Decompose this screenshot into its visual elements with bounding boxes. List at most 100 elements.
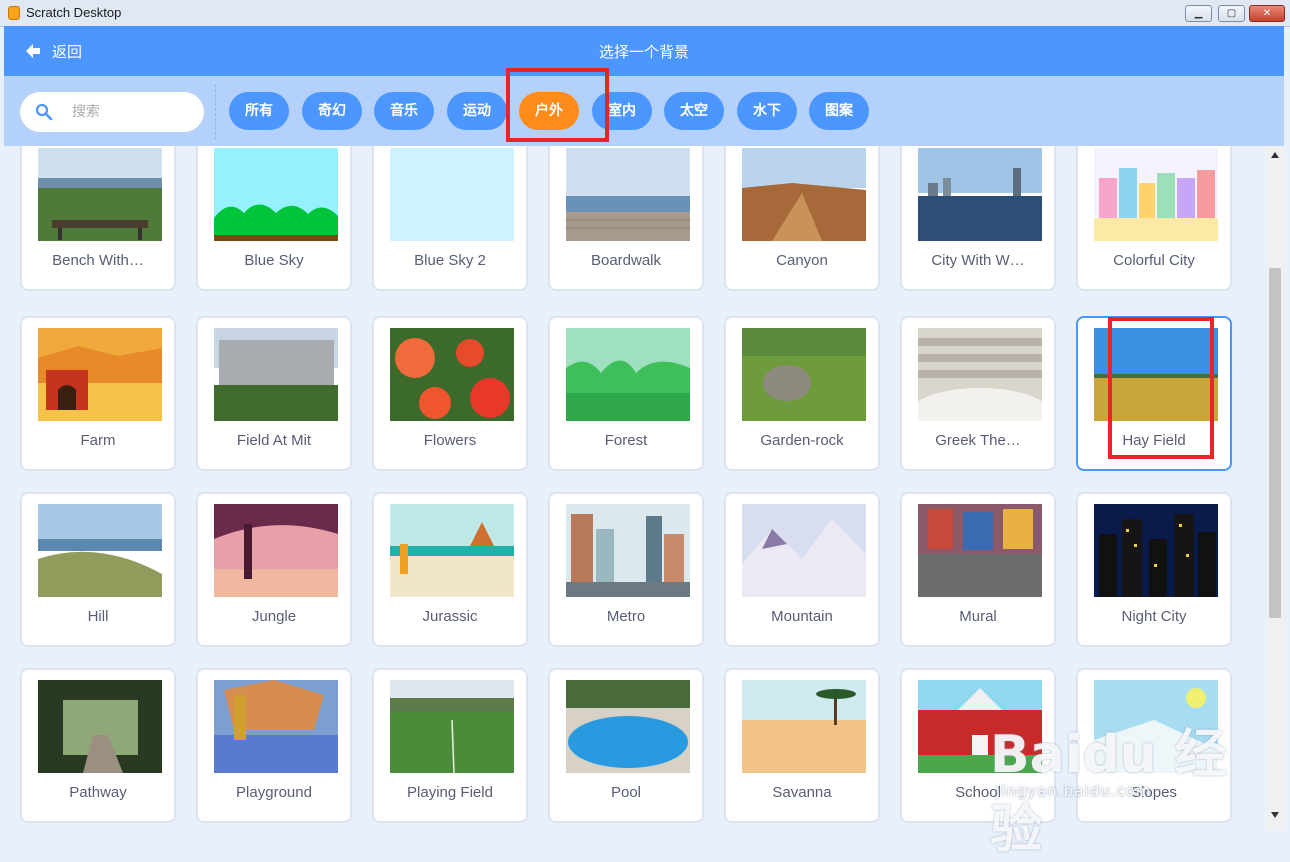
night-city-thumbnail [1094,504,1218,597]
tag-music[interactable]: 音乐 [374,92,434,130]
backdrop-name: Jungle [251,608,297,625]
blue-sky-2-thumbnail [390,148,514,241]
backdrop-card-city-with-water[interactable]: City With W… [900,146,1056,291]
window-titlebar: Scratch Desktop ▁ ▢ ✕ [0,0,1290,27]
jurassic-thumbnail [390,504,514,597]
backdrop-card-savanna[interactable]: Savanna [724,668,880,823]
city-with-water-thumbnail [918,148,1042,241]
backdrop-name: Hay Field [1122,432,1186,449]
backdrop-card-pathway[interactable]: Pathway [20,668,176,823]
backdrop-name: School [955,784,1001,801]
filter-divider [215,84,216,140]
backdrop-card-greek-theater[interactable]: Greek The… [900,316,1056,471]
bench-thumbnail [38,148,162,241]
backdrop-card-night-city[interactable]: Night City [1076,492,1232,647]
close-button[interactable]: ✕ [1249,5,1285,22]
backdrop-card-pool[interactable]: Pool [548,668,704,823]
backdrop-card-hay-field[interactable]: Hay Field [1076,316,1232,471]
tag-fantasy[interactable]: 奇幻 [302,92,362,130]
backdrop-card-bench[interactable]: Bench With… [20,146,176,291]
metro-thumbnail [566,504,690,597]
backdrop-card-flowers[interactable]: Flowers [372,316,528,471]
scroll-down-arrow-icon[interactable] [1271,812,1279,818]
backdrop-name: Garden-rock [760,432,844,449]
school-thumbnail [918,680,1042,773]
backdrop-name: Field At Mit [236,432,312,449]
backdrop-name: Mountain [771,608,833,625]
backdrop-name: Pool [610,784,642,801]
backdrop-card-slopes[interactable]: Slopes [1076,668,1232,823]
pathway-thumbnail [38,680,162,773]
backdrop-name: Metro [606,608,646,625]
hill-thumbnail [38,504,162,597]
backdrop-name: Blue Sky [244,252,304,269]
tag-indoors[interactable]: 室内 [592,92,652,130]
backdrop-card-jurassic[interactable]: Jurassic [372,492,528,647]
pool-thumbnail [566,680,690,773]
maximize-button[interactable]: ▢ [1218,5,1245,22]
search-input[interactable] [70,100,194,124]
boardwalk-thumbnail [566,148,690,241]
backdrop-name: Playing Field [407,784,493,801]
greek-theater-thumbnail [918,328,1042,421]
canyon-thumbnail [742,148,866,241]
backdrop-name: Forest [604,432,648,449]
farm-thumbnail [38,328,162,421]
mountain-thumbnail [742,504,866,597]
backdrop-card-mural[interactable]: Mural [900,492,1056,647]
backdrop-name: Canyon [776,252,828,269]
tag-all[interactable]: 所有 [229,92,289,130]
backdrop-name: Savanna [772,784,832,801]
forest-thumbnail [566,328,690,421]
playground-thumbnail [214,680,338,773]
library-title: 选择一个背景 [598,43,689,61]
filter-bar: 所有 奇幻 音乐 运动 户外 室内 太空 水下 图案 [4,76,1284,146]
backdrop-card-garden-rock[interactable]: Garden-rock [724,316,880,471]
backdrop-grid: Bench With… Blue Sky Blue Sky 2 Boardwal… [4,146,1266,830]
backdrop-name: Colorful City [1113,252,1195,269]
slopes-thumbnail [1094,680,1218,773]
scrollbar-thumb[interactable] [1269,268,1281,618]
backdrop-card-blue-sky-2[interactable]: Blue Sky 2 [372,146,528,291]
tag-underwater[interactable]: 水下 [737,92,797,130]
tag-patterns[interactable]: 图案 [809,92,869,130]
blue-sky-thumbnail [214,148,338,241]
jungle-thumbnail [214,504,338,597]
vertical-scrollbar[interactable] [1266,146,1284,830]
playing-field-thumbnail [390,680,514,773]
backdrop-card-playground[interactable]: Playground [196,668,352,823]
backdrop-name: Bench With… [52,252,144,269]
backdrop-card-school[interactable]: School [900,668,1056,823]
backdrop-card-canyon[interactable]: Canyon [724,146,880,291]
backdrop-card-mountain[interactable]: Mountain [724,492,880,647]
backdrop-name: Mural [959,608,997,625]
library-header: 返回 选择一个背景 [4,26,1284,76]
window-title: Scratch Desktop [26,5,122,20]
backdrop-card-farm[interactable]: Farm [20,316,176,471]
backdrop-card-blue-sky[interactable]: Blue Sky [196,146,352,291]
backdrop-card-colorful-city[interactable]: Colorful City [1076,146,1232,291]
backdrop-card-hill[interactable]: Hill [20,492,176,647]
minimize-button[interactable]: ▁ [1185,5,1212,22]
backdrop-card-playing-field[interactable]: Playing Field [372,668,528,823]
tag-sports[interactable]: 运动 [447,92,507,130]
backdrop-card-boardwalk[interactable]: Boardwalk [548,146,704,291]
backdrop-card-field-at-mit[interactable]: Field At Mit [196,316,352,471]
backdrop-card-jungle[interactable]: Jungle [196,492,352,647]
backdrop-name: Hill [87,608,109,625]
scroll-up-arrow-icon[interactable] [1271,152,1279,158]
tag-space[interactable]: 太空 [664,92,724,130]
backdrop-name: City With W… [931,252,1025,269]
backdrop-name: Boardwalk [590,252,662,269]
backdrop-name: Playground [236,784,312,801]
backdrop-name: Night City [1121,608,1187,625]
search-box[interactable] [20,92,204,132]
tag-outdoors[interactable]: 户外 [519,92,579,130]
colorful-city-thumbnail [1094,148,1218,241]
backdrop-name: Pathway [69,784,127,801]
scratch-app-icon [8,6,20,20]
backdrop-card-metro[interactable]: Metro [548,492,704,647]
search-icon [35,103,53,121]
backdrop-card-forest[interactable]: Forest [548,316,704,471]
mural-thumbnail [918,504,1042,597]
